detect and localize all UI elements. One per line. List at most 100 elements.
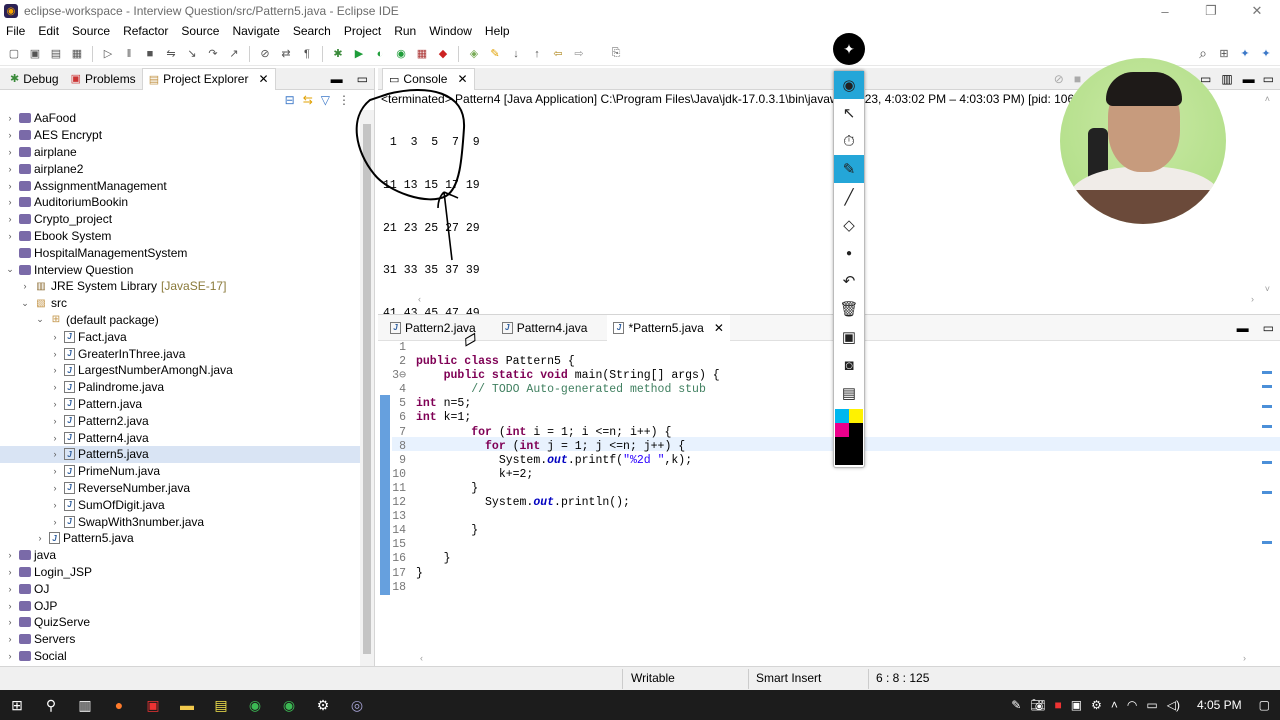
windows-start-icon[interactable]: ⊞ <box>0 690 34 720</box>
file-explorer-icon[interactable]: ▬ <box>170 690 204 720</box>
chevron-right-icon[interactable]: › <box>49 517 61 527</box>
chevron-down-icon[interactable]: ⌄ <box>34 314 46 325</box>
chevron-right-icon[interactable]: › <box>4 214 16 224</box>
chevron-right-icon[interactable]: › <box>49 466 61 476</box>
chevron-right-icon[interactable]: › <box>4 634 16 644</box>
minimize-button[interactable]: – <box>1142 0 1188 22</box>
step-into-icon[interactable]: ↘ <box>184 46 200 62</box>
tree-item[interactable]: › Login_JSP <box>0 564 360 581</box>
clipboard-icon[interactable]: ▤ <box>834 379 864 407</box>
pen-icon[interactable]: ╱ <box>834 183 864 211</box>
task-view-icon[interactable]: ▥ <box>68 690 102 720</box>
open-task-icon[interactable]: ✎ <box>487 46 503 62</box>
highlighter-icon[interactable]: ✎ <box>834 155 864 183</box>
tree-item[interactable]: › OJ <box>0 580 360 597</box>
volume-icon[interactable]: ◁) <box>1167 698 1180 712</box>
coverage-icon[interactable]: ◐ <box>372 46 388 62</box>
skip-breakpoints-icon[interactable]: ⊘ <box>257 46 273 62</box>
java-perspective-icon[interactable]: ✦ <box>1258 46 1274 62</box>
open-console-icon[interactable]: ▥ <box>1221 72 1232 86</box>
tree-item[interactable]: › Ebook System <box>0 228 360 245</box>
tab-pattern4[interactable]: J Pattern4.java <box>496 315 594 341</box>
editor-hscroll-right-icon[interactable]: › <box>1243 653 1246 663</box>
tree-item[interactable]: › J Pattern4.java <box>0 429 360 446</box>
editor-hscroll-left-icon[interactable]: ‹ <box>420 653 423 663</box>
restore-button[interactable]: ❐ <box>1188 0 1234 22</box>
tree-item[interactable]: › J PrimeNum.java <box>0 463 360 480</box>
network-icon[interactable]: ◠ <box>1127 698 1137 712</box>
tree-item[interactable]: ⌄ ⊞ (default package) <box>0 312 360 329</box>
print-icon[interactable]: ▦ <box>69 46 85 62</box>
clear-console-icon[interactable]: ⊘ <box>1054 72 1064 86</box>
chevron-right-icon[interactable]: › <box>4 197 16 207</box>
camera-icon[interactable]: ◙ <box>834 351 864 379</box>
tab-project-explorer[interactable]: ▤ Project Explorer ✕ <box>141 67 276 90</box>
tree-item[interactable]: › J Pattern5.java <box>0 530 360 547</box>
tree-item[interactable]: › AuditoriumBookin <box>0 194 360 211</box>
cursor-icon[interactable]: ↖ <box>834 99 864 127</box>
forward-icon[interactable]: ⇨ <box>571 46 587 62</box>
menu-navigate[interactable]: Navigate <box>232 24 279 38</box>
pen-tray-icon[interactable]: ✎ <box>1011 698 1021 712</box>
tree-item[interactable]: › J Fact.java <box>0 328 360 345</box>
external-tools-icon[interactable]: ◉ <box>393 46 409 62</box>
show-whitespace-icon[interactable]: ¶ <box>299 46 315 62</box>
menu-search[interactable]: Search <box>293 24 331 38</box>
menu-window[interactable]: Window <box>429 24 472 38</box>
recorder-icon[interactable]: ▣ <box>136 690 170 720</box>
chevron-right-icon[interactable]: › <box>4 550 16 560</box>
annotation-icon[interactable]: ↓ <box>508 46 524 62</box>
tree-item[interactable]: HospitalManagementSystem <box>0 244 360 261</box>
chrome-profile-icon[interactable]: ◉ <box>272 690 306 720</box>
tab-console[interactable]: ▭ Console ✕ <box>382 67 475 90</box>
screen-tray-icon[interactable]: ▣ <box>1071 698 1082 712</box>
tree-item[interactable]: ⌄ ▧ src <box>0 295 360 312</box>
undo-icon[interactable]: ↶ <box>834 267 864 295</box>
back-icon[interactable]: ⇦ <box>550 46 566 62</box>
chevron-right-icon[interactable]: › <box>34 533 46 543</box>
chevron-right-icon[interactable]: › <box>4 231 16 241</box>
trash-icon[interactable]: 🗑︎ <box>834 295 864 323</box>
search-taskbar-icon[interactable]: ⚲ <box>34 690 68 720</box>
color-swatch-yellow[interactable] <box>849 409 863 423</box>
chevron-right-icon[interactable]: › <box>49 449 61 459</box>
tree-item[interactable]: › J Pattern.java <box>0 396 360 413</box>
tree-item[interactable]: › java <box>0 547 360 564</box>
tree-item[interactable]: › AaFood <box>0 110 360 127</box>
settings-icon[interactable]: ⚙ <box>306 690 340 720</box>
chevron-right-icon[interactable]: › <box>4 651 16 661</box>
chevron-right-icon[interactable]: › <box>4 181 16 191</box>
scroll-left-icon[interactable]: ‹ <box>418 294 421 304</box>
eye-icon[interactable]: ◉ <box>834 71 864 99</box>
scroll-right-icon[interactable]: › <box>1251 294 1254 304</box>
chevron-right-icon[interactable]: › <box>4 601 16 611</box>
notification-icon[interactable]: ▢ <box>1259 698 1270 712</box>
whiteboard-icon[interactable]: ▣ <box>834 323 864 351</box>
suspend-icon[interactable]: ‖ <box>121 46 137 62</box>
chevron-right-icon[interactable]: › <box>49 433 61 443</box>
tree-item[interactable]: › airplane <box>0 144 360 161</box>
menu-file[interactable]: File <box>6 24 25 38</box>
tree-item[interactable]: › OJP <box>0 597 360 614</box>
tree-item[interactable]: › Social <box>0 648 360 665</box>
toggle-icon[interactable]: ⇄ <box>278 46 294 62</box>
menu-run[interactable]: Run <box>394 24 416 38</box>
save-icon[interactable]: ▣ <box>27 46 43 62</box>
terminate-icon[interactable]: ■ <box>142 46 158 62</box>
terminate-console-icon[interactable]: ■ <box>1074 72 1081 86</box>
tree-item[interactable]: › Crypto_project <box>0 211 360 228</box>
disconnect-icon[interactable]: ⇋ <box>163 46 179 62</box>
close-console-icon[interactable]: ✕ <box>457 72 467 86</box>
editor-scrollbar[interactable] <box>1262 341 1274 671</box>
record-tray-icon[interactable]: ■ <box>1055 698 1062 712</box>
menu-source[interactable]: Source <box>72 24 110 38</box>
resume-icon[interactable]: ▷ <box>100 46 116 62</box>
eraser-icon[interactable]: ◇ <box>834 211 864 239</box>
console-hscrollbar[interactable]: ‹ › <box>378 294 1280 306</box>
chevron-right-icon[interactable]: › <box>19 281 31 291</box>
chevron-right-icon[interactable]: › <box>4 164 16 174</box>
tree-item[interactable]: › J SumOfDigit.java <box>0 496 360 513</box>
chevron-right-icon[interactable]: › <box>49 365 61 375</box>
notes-icon[interactable]: ▤ <box>204 690 238 720</box>
tree-item[interactable]: › ▥ JRE System Library [JavaSE-17] <box>0 278 360 295</box>
